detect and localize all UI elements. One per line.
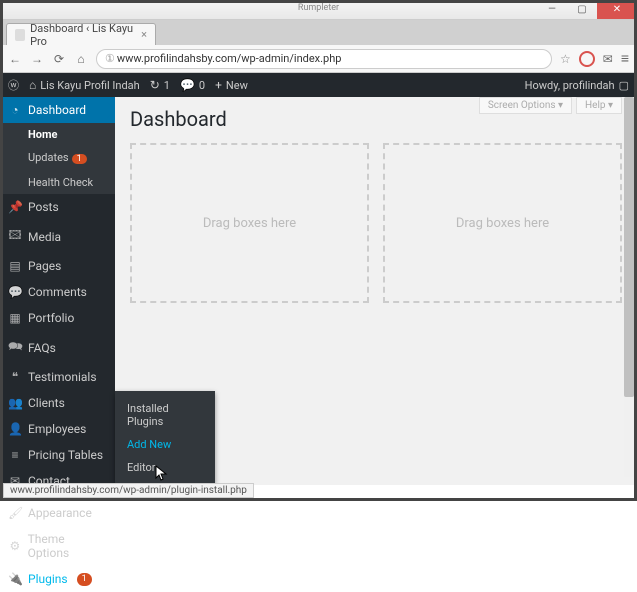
browser-menu-icon[interactable]: ≡ [621, 50, 629, 67]
quote-icon: ❝ [8, 370, 22, 384]
submenu-home[interactable]: Home [0, 123, 115, 146]
howdy-link[interactable]: Howdy, profilindah ▢ [525, 79, 629, 92]
wp-logo-icon[interactable]: ⓦ [8, 77, 19, 93]
dashboard-icon: ◔ [8, 103, 22, 117]
menu-testimonials[interactable]: ❝Testimonials [0, 364, 115, 390]
wp-body: ◔Dashboard Home Updates1 Health Check 📌P… [0, 97, 637, 485]
window-title: Rumpleter [298, 3, 339, 13]
window-close-button[interactable]: ✕ [597, 0, 637, 19]
menu-plugins[interactable]: 🔌Plugins1 [0, 566, 115, 592]
employee-icon: 👤 [8, 422, 22, 436]
window-maximize-button[interactable]: ▢ [567, 0, 597, 19]
window-minimize-button[interactable]: — [537, 0, 567, 19]
menu-pricing-tables[interactable]: ≡Pricing Tables [0, 442, 115, 468]
opera-icon[interactable] [579, 51, 595, 67]
flyout-installed-plugins[interactable]: Installed Plugins [115, 397, 215, 433]
home-icon[interactable]: ⌂ [74, 52, 88, 66]
page-icon: ▤ [8, 259, 22, 273]
browser-statusbar: www.profilindahsby.com/wp-admin/plugin-i… [3, 483, 254, 498]
mail-icon[interactable]: ✉ [603, 52, 613, 66]
plug-icon: 🔌 [8, 572, 22, 586]
home-icon: ⌂ [29, 78, 36, 92]
url-text: www.profilindahsby.com/wp-admin/index.ph… [117, 52, 342, 65]
browser-toolbar: ← → ⟳ ⌂ ① www.profilindahsby.com/wp-admi… [0, 45, 637, 73]
wp-admin-bar: ⓦ ⌂Lis Kayu Profil Indah ↻1 💬0 +New Howd… [0, 73, 637, 97]
back-icon[interactable]: ← [8, 52, 22, 66]
new-content-link[interactable]: +New [215, 78, 248, 92]
tab-title: Dashboard ‹ Lis Kayu Pro [30, 22, 133, 48]
plus-icon: + [215, 78, 222, 92]
comments-link[interactable]: 💬0 [180, 78, 205, 92]
pin-icon: 📌 [8, 200, 22, 214]
menu-clients[interactable]: 👥Clients [0, 390, 115, 416]
list-icon: ≡ [8, 448, 22, 462]
dropzone-left[interactable]: Drag boxes here [130, 143, 369, 303]
flyout-editor[interactable]: Editor [115, 456, 215, 479]
tab-close-icon[interactable]: × [141, 28, 147, 41]
plugins-flyout: Installed Plugins Add New Editor [115, 391, 215, 485]
browser-tabstrip: Dashboard ‹ Lis Kayu Pro × [0, 20, 637, 45]
menu-pages[interactable]: ▤Pages [0, 253, 115, 279]
address-bar[interactable]: ① www.profilindahsby.com/wp-admin/index.… [96, 49, 552, 69]
browser-tab[interactable]: Dashboard ‹ Lis Kayu Pro × [6, 23, 156, 45]
submenu-updates[interactable]: Updates1 [0, 146, 115, 171]
menu-dashboard[interactable]: ◔Dashboard [0, 97, 115, 123]
menu-theme-options[interactable]: ⚙Theme Options [0, 526, 115, 566]
site-info-icon[interactable]: ① [105, 52, 115, 65]
menu-appearance[interactable]: 🖌Appearance [0, 500, 115, 526]
updates-link[interactable]: ↻1 [150, 78, 170, 92]
updates-badge: 1 [72, 154, 87, 164]
dashboard-widgets: Drag boxes here Drag boxes here [130, 143, 622, 303]
dropzone-right[interactable]: Drag boxes here [383, 143, 622, 303]
plugins-badge: 1 [77, 573, 92, 586]
screen-meta-links: Screen Options ▾ Help ▾ [479, 97, 622, 114]
menu-faqs[interactable]: 🗪FAQs [0, 331, 115, 364]
menu-media[interactable]: 🖾Media [0, 220, 115, 253]
dashboard-submenu: Home Updates1 Health Check [0, 123, 115, 194]
menu-posts[interactable]: 📌Posts [0, 194, 115, 220]
vertical-scrollbar[interactable] [624, 97, 634, 477]
menu-portfolio[interactable]: ▦Portfolio [0, 305, 115, 331]
forward-icon[interactable]: → [30, 52, 44, 66]
brush-icon: 🖌 [8, 506, 22, 520]
menu-comments[interactable]: 💬Comments [0, 279, 115, 305]
help-button[interactable]: Help ▾ [576, 97, 622, 114]
admin-sidebar: ◔Dashboard Home Updates1 Health Check 📌P… [0, 97, 115, 485]
screen-options-button[interactable]: Screen Options ▾ [479, 97, 572, 114]
submenu-health-check[interactable]: Health Check [0, 171, 115, 194]
favicon-icon [15, 29, 25, 41]
gear-icon: ⚙ [8, 539, 22, 553]
avatar-icon: ▢ [619, 79, 629, 92]
bookmark-icon[interactable]: ☆ [560, 52, 571, 66]
refresh-icon: ↻ [150, 78, 160, 92]
site-name-link[interactable]: ⌂Lis Kayu Profil Indah [29, 78, 140, 92]
faq-icon: 🗪 [8, 337, 22, 358]
clients-icon: 👥 [8, 396, 22, 410]
flyout-add-new[interactable]: Add New [115, 433, 215, 456]
comment-icon: 💬 [8, 285, 22, 299]
portfolio-icon: ▦ [8, 311, 22, 325]
menu-employees[interactable]: 👤Employees [0, 416, 115, 442]
reload-icon[interactable]: ⟳ [52, 52, 66, 66]
comment-icon: 💬 [180, 78, 195, 92]
scrollbar-thumb[interactable] [624, 97, 634, 397]
window-titlebar: Rumpleter — ▢ ✕ [0, 0, 637, 20]
media-icon: 🖾 [8, 226, 22, 247]
